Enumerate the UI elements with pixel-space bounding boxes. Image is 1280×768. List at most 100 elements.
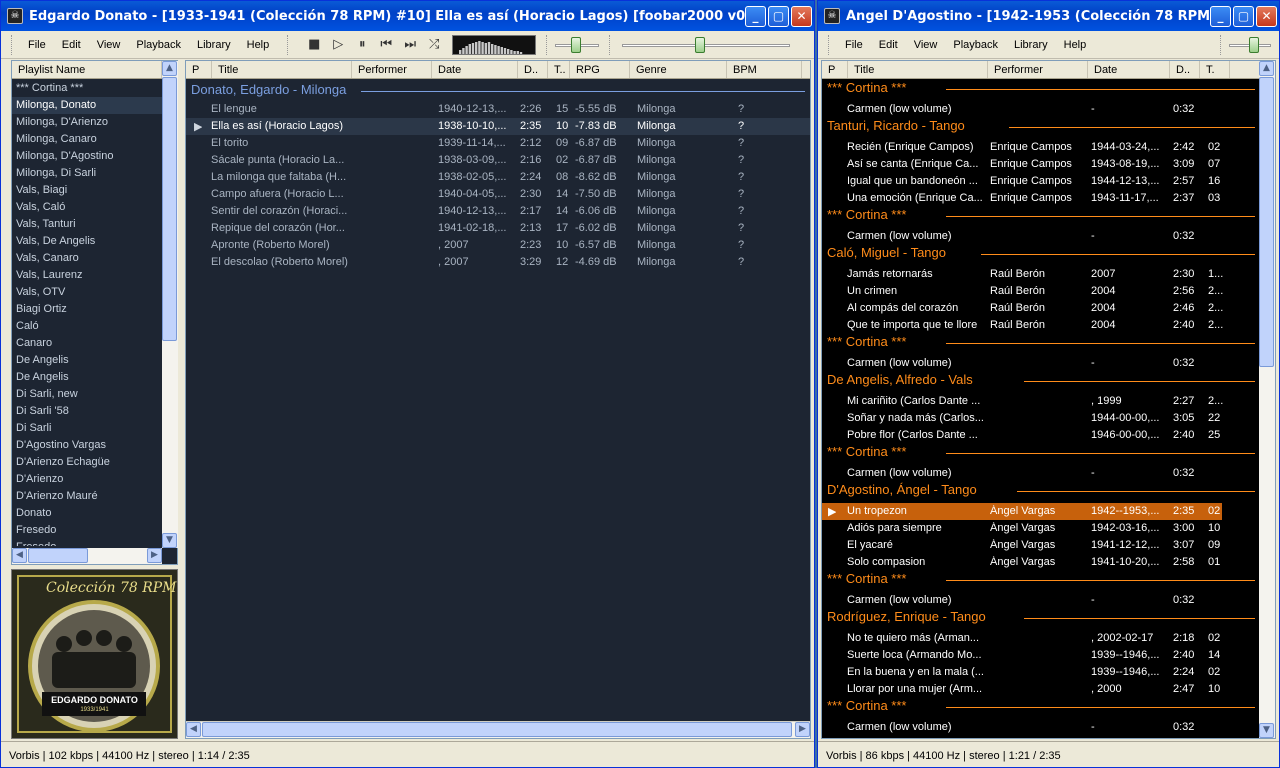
- track-row[interactable]: Suerte loca (Armando Mo... 1939--1946,...…: [822, 647, 1222, 664]
- track-row[interactable]: La milonga que faltaba (H... 1938-02-05,.…: [186, 169, 810, 186]
- column-header-d[interactable]: D..: [1170, 61, 1200, 78]
- column-header-p[interactable]: P: [186, 61, 212, 78]
- scroll-thumb[interactable]: [28, 548, 88, 563]
- column-header-title[interactable]: Title: [212, 61, 352, 78]
- seek-slider[interactable]: [622, 35, 791, 55]
- playlist-item[interactable]: D'Arienzo: [12, 471, 162, 488]
- column-header-rpg[interactable]: RPG: [570, 61, 630, 78]
- track-row[interactable]: Solo compasion Ángel Vargas 1941-10-20,...…: [822, 554, 1222, 571]
- scroll-thumb[interactable]: [202, 722, 792, 737]
- pause-icon[interactable]: ⏸: [352, 36, 372, 54]
- column-header-genre[interactable]: Genre: [630, 61, 727, 78]
- scroll-right-icon[interactable]: ▶: [795, 722, 810, 737]
- stop-icon[interactable]: ■: [304, 36, 324, 54]
- scroll-down-icon[interactable]: ▼: [162, 533, 177, 548]
- track-row[interactable]: ▶ Un tropezon Ángel Vargas 1942--1953,... 2:…: [822, 503, 1222, 520]
- previous-icon[interactable]: ⏮: [376, 36, 396, 54]
- track-row[interactable]: Así se canta (Enrique Ca... Enrique Campo…: [822, 156, 1222, 173]
- playlist-item[interactable]: D'Arienzo Mauré: [12, 488, 162, 505]
- track-row[interactable]: Jamás retornarás Raúl Berón 2007 2:30 1...: [822, 266, 1223, 283]
- menu-library[interactable]: Library: [1006, 39, 1056, 51]
- playlist-item[interactable]: D'Agostino Vargas: [12, 437, 162, 454]
- track-row[interactable]: Carmen (low volume) - 0:32: [822, 592, 1222, 609]
- playlist-item[interactable]: Milonga, Donato: [12, 97, 162, 114]
- scroll-up-icon[interactable]: ▲: [162, 61, 177, 76]
- playlist-vertical-scrollbar[interactable]: ▲ ▼: [162, 61, 178, 548]
- volume-slider[interactable]: [1229, 35, 1271, 55]
- track-row[interactable]: El yacaré Ángel Vargas 1941-12-12,... 3:07 0…: [822, 537, 1222, 554]
- close-button[interactable]: ✕: [791, 5, 812, 27]
- track-row[interactable]: Carmen (low volume) - 0:32: [822, 228, 1222, 245]
- playlist-item[interactable]: Biagi Ortiz: [12, 301, 162, 318]
- playlist-item[interactable]: Milonga, Canaro: [12, 131, 162, 148]
- playlist-item[interactable]: D'Arienzo Echagüe: [12, 454, 162, 471]
- track-row[interactable]: Sácale punta (Horacio La... 1938-03-09,..…: [186, 152, 810, 169]
- scroll-up-icon[interactable]: ▲: [1259, 61, 1274, 76]
- track-row[interactable]: Que te importa que te llore Raúl Berón 200…: [822, 317, 1223, 334]
- menu-file[interactable]: File: [837, 39, 871, 51]
- scroll-left-icon[interactable]: ◀: [186, 722, 201, 737]
- track-row[interactable]: Carmen (low volume) - 0:32: [822, 355, 1222, 372]
- track-row[interactable]: El lengue 1940-12-13,... 2:26 15 -5.55 dB Mil…: [186, 101, 810, 118]
- menu-playback[interactable]: Playback: [128, 39, 189, 51]
- track-row[interactable]: El torito 1939-11-14,... 2:12 09 -6.87 dB Mil…: [186, 135, 810, 152]
- column-header-t[interactable]: T..: [548, 61, 570, 78]
- maximize-button[interactable]: ▢: [1233, 5, 1254, 27]
- playlist-item[interactable]: Milonga, Di Sarli: [12, 165, 162, 182]
- track-row[interactable]: Carmen (low volume) - 0:32: [822, 719, 1222, 736]
- playlist-vertical-scrollbar[interactable]: ▲ ▼: [1259, 61, 1275, 738]
- track-row[interactable]: Pobre flor (Carlos Dante ... 1946-00-00,.…: [822, 427, 1222, 444]
- menu-help[interactable]: Help: [239, 39, 278, 51]
- track-row[interactable]: Carmen (low volume) - 0:32: [822, 465, 1222, 482]
- track-row[interactable]: Una emoción (Enrique Ca... Enrique Campos…: [822, 190, 1222, 207]
- track-row[interactable]: Recién (Enrique Campos) Enrique Campos 194…: [822, 139, 1222, 156]
- scroll-left-icon[interactable]: ◀: [12, 548, 27, 563]
- playlist-item[interactable]: Di Sarli '58: [12, 403, 162, 420]
- menu-library[interactable]: Library: [189, 39, 239, 51]
- minimize-button[interactable]: _: [1210, 5, 1231, 27]
- track-row[interactable]: Apronte (Roberto Morel) , 2007 2:23 10 -6.57…: [186, 237, 810, 254]
- foobar-app-icon[interactable]: ☠: [7, 8, 23, 24]
- column-header-playlist-name[interactable]: Playlist Name: [12, 61, 162, 78]
- track-row[interactable]: Carmen (low volume) - 0:32: [822, 101, 1222, 118]
- track-row[interactable]: Al compás del corazón Raúl Berón 2004 2:46 2…: [822, 300, 1223, 317]
- track-row[interactable]: Igual que un bandoneón ... Enrique Campos…: [822, 173, 1222, 190]
- menu-playback[interactable]: Playback: [945, 39, 1006, 51]
- track-row[interactable]: En la buena y en la mala (... 1939--1946,…: [822, 664, 1222, 681]
- track-row[interactable]: Campo afuera (Horacio L... 1940-04-05,...…: [186, 186, 810, 203]
- column-header-date[interactable]: Date: [1088, 61, 1170, 78]
- track-row[interactable]: Mi cariñito (Carlos Dante ... , 1999 2:27 2…: [822, 393, 1223, 410]
- playlist-item[interactable]: Caló: [12, 318, 162, 335]
- next-icon[interactable]: ⏭: [400, 36, 420, 54]
- playlist-item[interactable]: Milonga, D'Agostino: [12, 148, 162, 165]
- column-header-bpm[interactable]: BPM: [727, 61, 802, 78]
- play-icon[interactable]: ▷: [328, 36, 348, 54]
- toolbar-grip[interactable]: [11, 34, 14, 55]
- title-bar[interactable]: ☠ Ángel D'Agostino - [1942-1953 (Colecci…: [818, 1, 1279, 31]
- scroll-thumb[interactable]: [162, 77, 177, 341]
- playlist-horizontal-scrollbar[interactable]: ◀ ▶: [186, 721, 810, 738]
- playlist-item[interactable]: Vals, De Angelis: [12, 233, 162, 250]
- track-row[interactable]: Repique del corazón (Hor... 1941-02-18,..…: [186, 220, 810, 237]
- track-row[interactable]: ▶ Ella es así (Horacio Lagos) 1938-10-10,.…: [186, 118, 810, 135]
- menu-view[interactable]: View: [906, 39, 946, 51]
- close-button[interactable]: ✕: [1256, 5, 1277, 27]
- playlist-item[interactable]: Di Sarli: [12, 420, 162, 437]
- toolbar-grip[interactable]: [828, 34, 831, 55]
- track-row[interactable]: Un crimen Raúl Berón 2004 2:56 2...: [822, 283, 1223, 300]
- column-header-performer[interactable]: Performer: [352, 61, 432, 78]
- toolbar-grip[interactable]: [287, 34, 290, 55]
- playlist-item[interactable]: Fresedo: [12, 522, 162, 539]
- track-row[interactable]: Adiós para siempre Ángel Vargas 1942-03-16…: [822, 520, 1222, 537]
- column-header-performer[interactable]: Performer: [988, 61, 1088, 78]
- playlist-item[interactable]: Canaro: [12, 335, 162, 352]
- maximize-button[interactable]: ▢: [768, 5, 789, 27]
- column-header-date[interactable]: Date: [432, 61, 518, 78]
- playlist-item[interactable]: Vals, Tanturi: [12, 216, 162, 233]
- playlist-item[interactable]: Vals, OTV: [12, 284, 162, 301]
- foobar-app-icon[interactable]: ☠: [824, 8, 840, 24]
- title-bar[interactable]: ☠ Edgardo Donato - [1933-1941 (Colección…: [1, 1, 814, 31]
- toolbar-grip[interactable]: [1220, 34, 1223, 55]
- column-header-t[interactable]: T.: [1200, 61, 1230, 78]
- playlist-item[interactable]: Di Sarli, new: [12, 386, 162, 403]
